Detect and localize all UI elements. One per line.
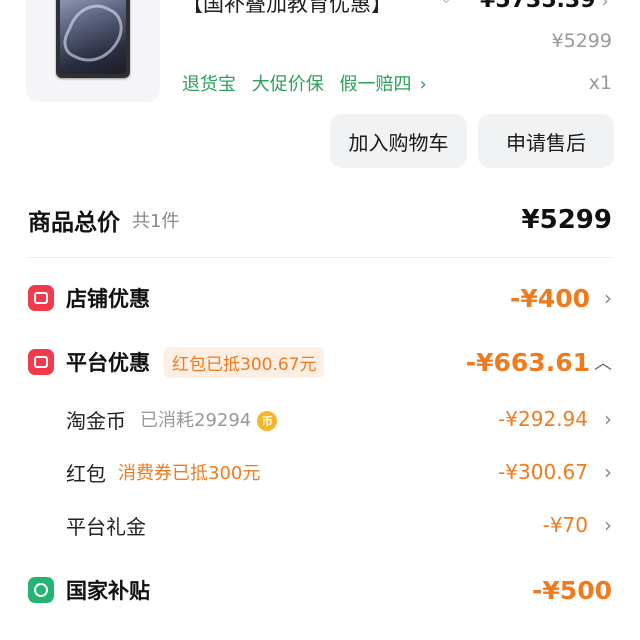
store-icon	[28, 285, 54, 311]
add-to-cart-button[interactable]: 加入购物车	[330, 114, 467, 168]
after-sales-button[interactable]: 申请售后	[478, 114, 614, 168]
store-discount-amount: -¥400	[510, 283, 590, 313]
taojinbi-note: 已消耗29294 币	[140, 406, 278, 432]
taojinbi-amount: -¥292.94	[498, 407, 588, 431]
chevron-down-icon[interactable]: ⌵	[440, 0, 452, 8]
taojinbi-label: 淘金币	[66, 408, 126, 433]
product-title-text: 【国补叠加教育优惠】	[182, 0, 392, 16]
platform-gift-label: 平台礼金	[66, 514, 146, 539]
platform-discount-row[interactable]: 平台优惠 红包已抵300.67元 -¥663.61 ︿	[0, 346, 640, 378]
total-label: 商品总价	[28, 210, 120, 236]
divider	[28, 257, 612, 258]
platform-gift-amount: -¥70	[542, 513, 588, 537]
original-price: ¥5299	[551, 30, 612, 52]
chevron-right-icon: ›	[419, 74, 427, 95]
chevron-right-icon: ›	[604, 407, 612, 431]
platform-icon	[28, 349, 54, 375]
product-title[interactable]: 【国补叠加教育优惠】 ⌵	[182, 0, 452, 18]
store-discount-row[interactable]: 店铺优惠 -¥400 ›	[0, 283, 640, 313]
service-tags[interactable]: 退货宝 大促价保 假一赔四 ›	[182, 70, 437, 96]
product-price-value: ¥5735.39	[480, 0, 596, 13]
product-price[interactable]: ¥5735.39 ›	[480, 0, 609, 13]
red-packet-label: 红包	[66, 461, 106, 486]
product-thumbnail[interactable]	[26, 0, 160, 102]
chevron-right-icon: ›	[604, 460, 612, 484]
total-count: 共1件	[132, 211, 180, 232]
tag-return-insurance: 退货宝	[182, 74, 236, 95]
red-packet-badge: 红包已抵300.67元	[164, 346, 325, 378]
subsidy-icon	[28, 577, 54, 603]
platform-discount-amount: -¥663.61	[465, 347, 590, 377]
total-row: 商品总价 共1件 ¥5299	[28, 200, 612, 240]
chevron-right-icon: ›	[604, 286, 612, 310]
coin-icon: 币	[257, 411, 278, 431]
tag-authenticity: 假一赔四	[339, 74, 412, 95]
chevron-right-icon: ›	[601, 0, 609, 12]
platform-gift-row[interactable]: 平台礼金 -¥70 ›	[0, 511, 640, 539]
quantity: x1	[588, 72, 612, 94]
total-amount: ¥5299	[521, 205, 612, 235]
chevron-up-icon[interactable]: ︿	[594, 349, 612, 375]
red-packet-row[interactable]: 红包 消费券已抵300元 -¥300.67 ›	[0, 458, 640, 486]
taojinbi-row[interactable]: 淘金币 已消耗29294 币 -¥292.94 ›	[0, 405, 640, 433]
national-subsidy-row[interactable]: 国家补贴 -¥500	[0, 575, 640, 605]
chevron-right-icon: ›	[604, 513, 612, 537]
platform-discount-label: 平台优惠	[66, 351, 150, 375]
tag-price-protection: 大促价保	[251, 74, 324, 95]
red-packet-note: 消费券已抵300元	[118, 463, 261, 484]
national-subsidy-amount: -¥500	[532, 575, 612, 605]
store-discount-label: 店铺优惠	[66, 287, 150, 311]
red-packet-amount: -¥300.67	[498, 460, 588, 484]
national-subsidy-label: 国家补贴	[66, 579, 150, 603]
tablet-image	[56, 0, 131, 78]
